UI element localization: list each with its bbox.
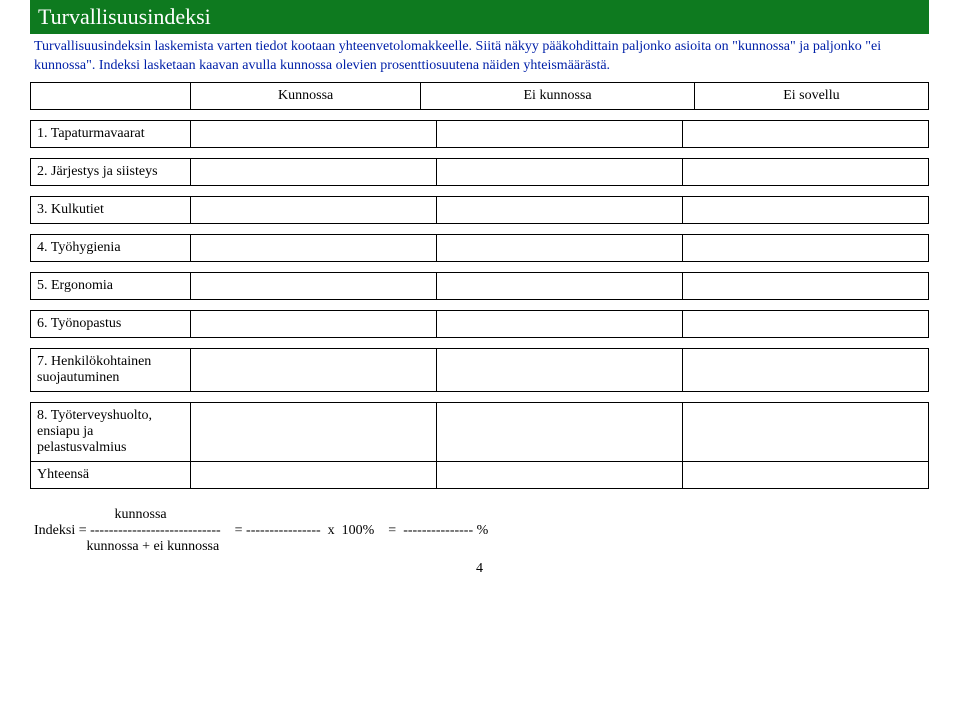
header-label-cell <box>31 82 191 109</box>
row-7-kunnossa <box>191 348 437 391</box>
row-1-table: 1. Tapaturmavaarat <box>30 120 929 148</box>
row-5-kunnossa <box>191 272 437 299</box>
row-total-ei-kunnossa <box>437 461 683 488</box>
row-7-ei-sovellu <box>683 348 929 391</box>
row-2-ei-sovellu <box>683 158 929 185</box>
row-4-kunnossa <box>191 234 437 261</box>
row-total-label: Yhteensä <box>31 461 191 488</box>
row-2-label: 2. Järjestys ja siisteys <box>31 158 191 185</box>
row-8-ei-kunnossa <box>437 402 683 461</box>
col-kunnossa: Kunnossa <box>191 82 421 109</box>
row-7-ei-kunnossa <box>437 348 683 391</box>
intro-text: Turvallisuusindeksin laskemista varten t… <box>30 38 929 82</box>
row-6-label: 6. Työnopastus <box>31 310 191 337</box>
row-3-ei-kunnossa <box>437 196 683 223</box>
formula-block: kunnossa Indeksi = ---------------------… <box>30 499 929 555</box>
col-ei-kunnossa: Ei kunnossa <box>421 82 695 109</box>
row-2-ei-kunnossa <box>437 158 683 185</box>
row-8-table: 8. Työterveyshuolto, ensiapu ja pelastus… <box>30 402 929 489</box>
row-1-kunnossa <box>191 120 437 147</box>
row-2-kunnossa <box>191 158 437 185</box>
row-1-ei-sovellu <box>683 120 929 147</box>
row-1-label: 1. Tapaturmavaarat <box>31 120 191 147</box>
row-6-ei-sovellu <box>683 310 929 337</box>
row-6-kunnossa <box>191 310 437 337</box>
header-table: Kunnossa Ei kunnossa Ei sovellu <box>30 82 929 110</box>
col-ei-sovellu: Ei sovellu <box>694 82 928 109</box>
row-total-kunnossa <box>191 461 437 488</box>
row-1-ei-kunnossa <box>437 120 683 147</box>
row-8-kunnossa <box>191 402 437 461</box>
row-3-ei-sovellu <box>683 196 929 223</box>
row-4-label: 4. Työhygienia <box>31 234 191 261</box>
row-4-ei-kunnossa <box>437 234 683 261</box>
row-5-ei-sovellu <box>683 272 929 299</box>
row-2-table: 2. Järjestys ja siisteys <box>30 158 929 186</box>
row-7-label: 7. Henkilökohtainen suojautuminen <box>31 348 191 391</box>
row-total-ei-sovellu <box>683 461 929 488</box>
row-4-table: 4. Työhygienia <box>30 234 929 262</box>
row-8-ei-sovellu <box>683 402 929 461</box>
row-4-ei-sovellu <box>683 234 929 261</box>
row-8-label: 8. Työterveyshuolto, ensiapu ja pelastus… <box>31 402 191 461</box>
page-title-bar: Turvallisuusindeksi <box>30 0 929 34</box>
page-title: Turvallisuusindeksi <box>38 4 211 29</box>
row-3-label: 3. Kulkutiet <box>31 196 191 223</box>
row-3-kunnossa <box>191 196 437 223</box>
row-7-table: 7. Henkilökohtainen suojautuminen <box>30 348 929 392</box>
row-5-table: 5. Ergonomia <box>30 272 929 300</box>
row-6-table: 6. Työnopastus <box>30 310 929 338</box>
row-5-ei-kunnossa <box>437 272 683 299</box>
row-3-table: 3. Kulkutiet <box>30 196 929 224</box>
row-6-ei-kunnossa <box>437 310 683 337</box>
row-5-label: 5. Ergonomia <box>31 272 191 299</box>
page-number: 4 <box>30 561 929 577</box>
